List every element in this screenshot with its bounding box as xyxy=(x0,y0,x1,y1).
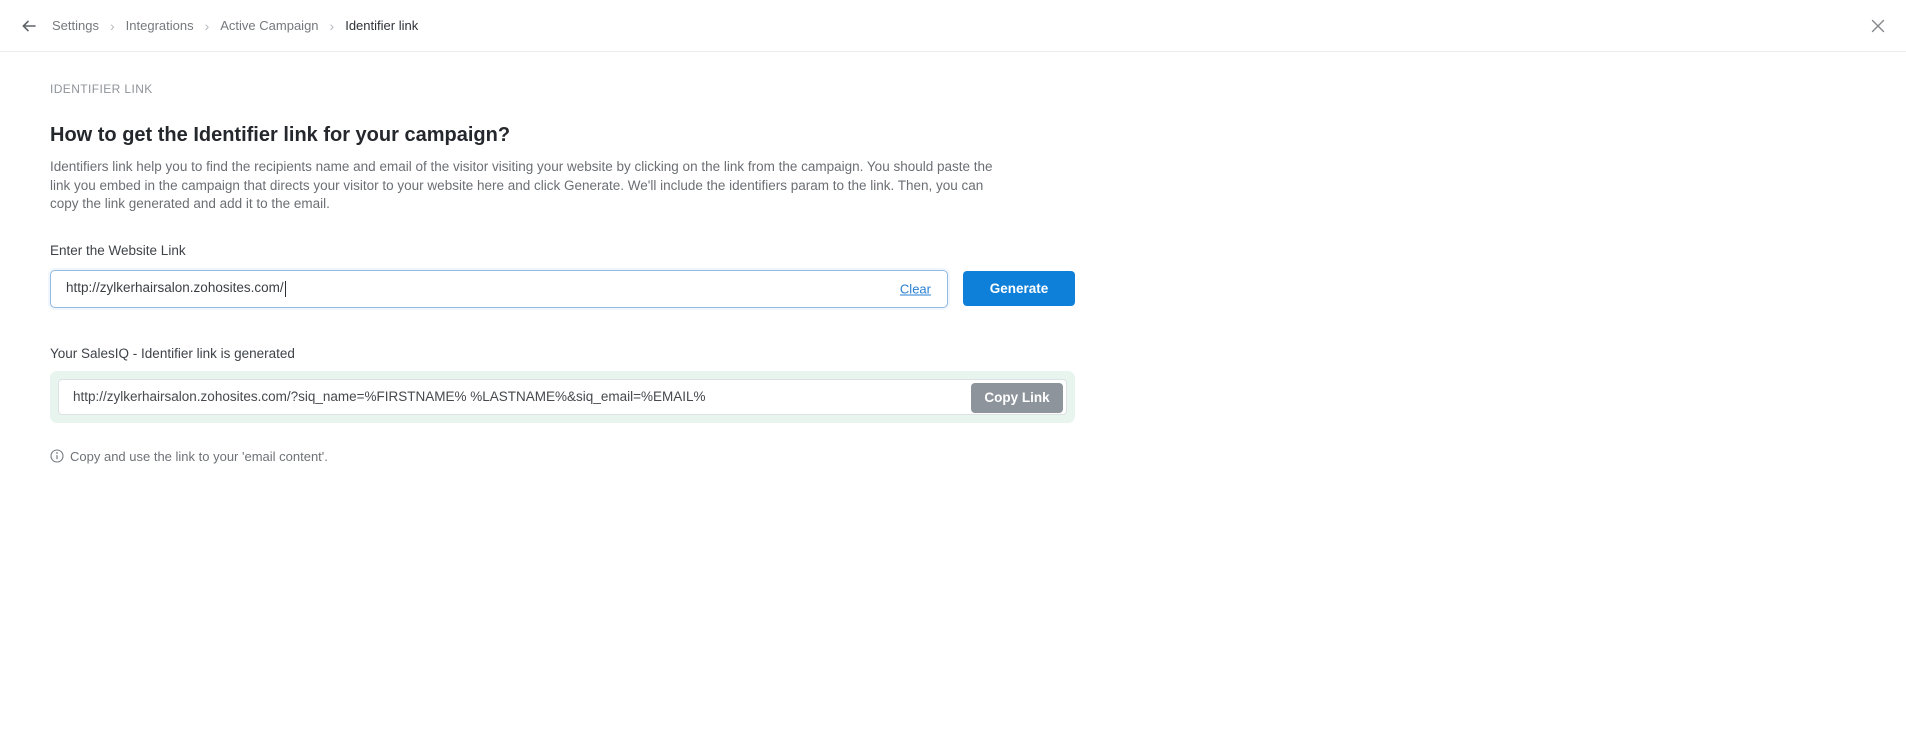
identifier-link-panel: IDENTIFIER LINK How to get the Identifie… xyxy=(0,52,1906,464)
generate-button[interactable]: Generate xyxy=(963,270,1075,306)
back-button[interactable] xyxy=(18,15,40,37)
arrow-left-icon xyxy=(20,17,38,35)
description-text: Identifiers link help you to find the re… xyxy=(50,159,993,211)
chevron-right-icon: › xyxy=(109,17,115,34)
breadcrumb-active-campaign[interactable]: Active Campaign xyxy=(220,18,318,33)
generated-link-field[interactable]: http://zylkerhairsalon.zohosites.com/?si… xyxy=(58,378,1067,415)
close-icon xyxy=(1871,19,1885,33)
website-link-row: http://zylkerhairsalon.zohosites.com/ Cl… xyxy=(50,269,1906,308)
generated-link-container: http://zylkerhairsalon.zohosites.com/?si… xyxy=(50,370,1075,423)
chevron-right-icon: › xyxy=(204,17,210,34)
breadcrumb-identifier-link: Identifier link xyxy=(345,18,419,33)
info-icon xyxy=(50,449,64,463)
section-label: IDENTIFIER LINK xyxy=(50,82,153,96)
top-bar: Settings › Integrations › Active Campaig… xyxy=(0,0,1906,52)
copy-link-button[interactable]: Copy Link xyxy=(971,382,1063,413)
website-link-input[interactable]: http://zylkerhairsalon.zohosites.com/ Cl… xyxy=(50,269,948,308)
clear-button[interactable]: Clear xyxy=(900,281,931,296)
text-caret xyxy=(284,280,286,297)
chevron-right-icon: › xyxy=(329,17,335,34)
breadcrumb-integrations[interactable]: Integrations xyxy=(126,18,194,33)
close-button[interactable] xyxy=(1868,16,1888,36)
email-content-note: Copy and use the link to your 'email con… xyxy=(50,449,1906,464)
page-title: How to get the Identifier link for your … xyxy=(50,124,511,146)
note-text: Copy and use the link to your 'email con… xyxy=(70,448,328,464)
breadcrumb-settings[interactable]: Settings xyxy=(52,18,99,33)
generated-link-value: http://zylkerhairsalon.zohosites.com/?si… xyxy=(73,389,706,404)
generated-link-label: Your SalesIQ - Identifier link is genera… xyxy=(50,345,295,361)
website-link-value: http://zylkerhairsalon.zohosites.com/ xyxy=(66,280,286,297)
breadcrumb: Settings › Integrations › Active Campaig… xyxy=(52,18,418,33)
website-link-label: Enter the Website Link xyxy=(50,242,186,258)
